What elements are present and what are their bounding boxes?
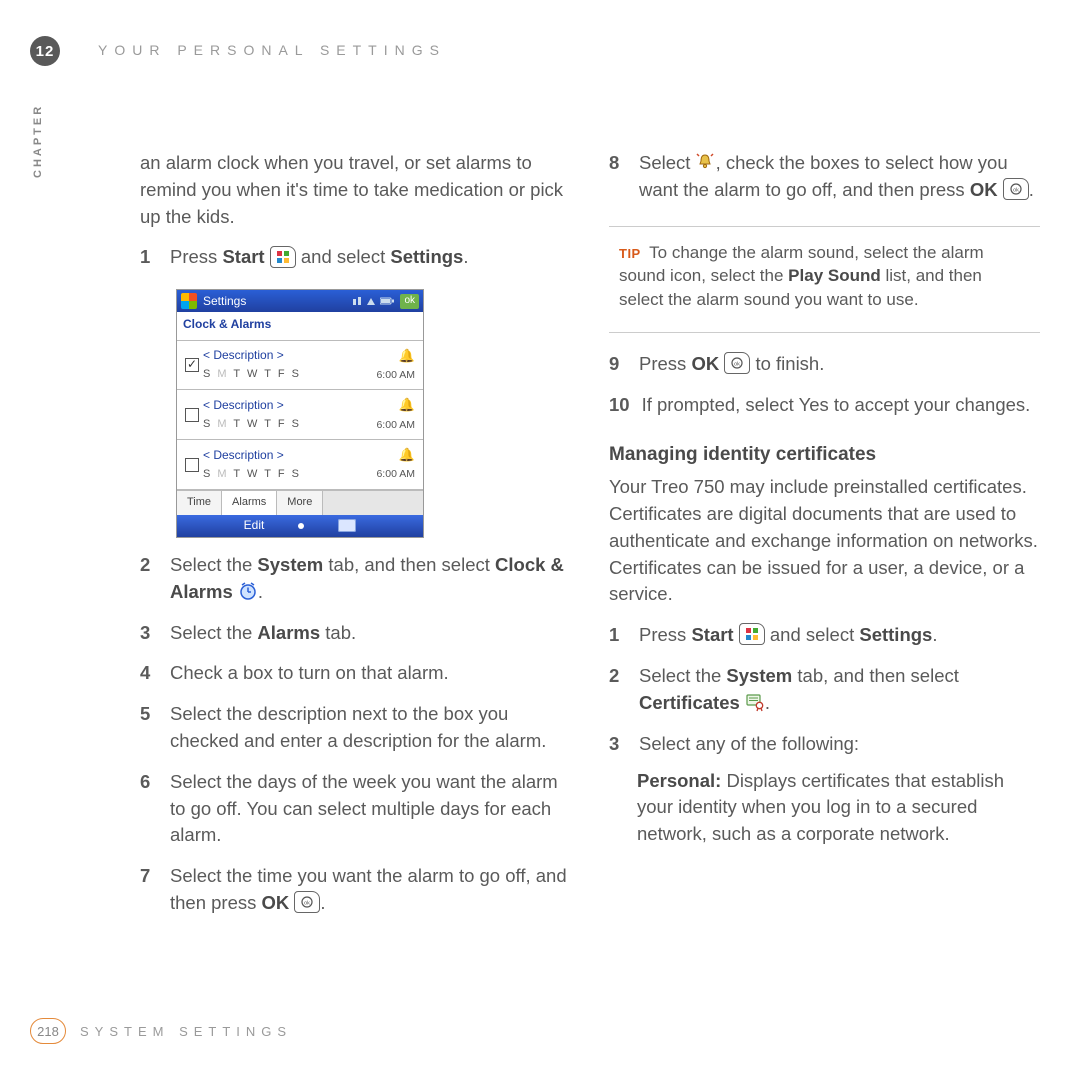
step-6: 6 Select the days of the week you want t… xyxy=(140,769,571,849)
step-5: 5 Select the description next to the box… xyxy=(140,701,571,755)
alarm-days: S M T W T F S xyxy=(203,367,365,383)
alarm-days: S M T W T F S xyxy=(203,467,365,483)
center-dot-icon xyxy=(298,523,304,529)
bell-icon: 🔔 xyxy=(365,347,415,366)
screenshot-subtitle: Clock & Alarms xyxy=(177,312,423,340)
intro-paragraph: an alarm clock when you travel, or set a… xyxy=(140,150,571,230)
left-column: an alarm clock when you travel, or set a… xyxy=(140,150,571,917)
step-number: 4 xyxy=(140,660,158,687)
alarm-description: < Description > xyxy=(203,397,365,414)
page-number: 218 xyxy=(30,1018,66,1044)
step-number: 6 xyxy=(140,769,158,849)
step-number: 9 xyxy=(609,351,627,378)
tab-time: Time xyxy=(177,491,222,515)
step-number: 2 xyxy=(609,663,627,717)
alarm-days: S M T W T F S xyxy=(203,417,365,433)
step-number: 3 xyxy=(140,620,158,647)
step-7: 7 Select the time you want the alarm to … xyxy=(140,863,571,917)
clock-alarms-screenshot: Settings ok Clock & Alarms ✓ < Descripti… xyxy=(176,289,424,538)
alarm-row: ✓ < Description > 🔔 S M T W T F S 6:00 A… xyxy=(177,341,423,391)
screenshot-ok-button: ok xyxy=(400,294,419,309)
alarm-row: < Description > 🔔 S M T W T F S 6:00 AM xyxy=(177,390,423,440)
svg-text:ok: ok xyxy=(734,362,740,368)
svg-text:ok: ok xyxy=(1013,187,1019,193)
page-footer: 218 SYSTEM SETTINGS xyxy=(30,1018,292,1044)
cert-step-2: 2 Select the System tab, and then select… xyxy=(609,663,1040,717)
footer-section: SYSTEM SETTINGS xyxy=(80,1024,292,1039)
step-number: 1 xyxy=(609,622,627,649)
ok-key-icon: ok xyxy=(294,891,320,913)
alarm-time: 6:00 AM xyxy=(365,368,415,383)
cert-step-3: 3 Select any of the following: xyxy=(609,731,1040,758)
tip-label: TIP xyxy=(619,246,641,261)
certificates-intro: Your Treo 750 may include preinstalled c… xyxy=(609,474,1040,608)
alarm-checkbox-icon xyxy=(185,458,199,472)
step-3: 3 Select the Alarms tab. xyxy=(140,620,571,647)
alarm-checkbox-icon xyxy=(185,408,199,422)
tab-more: More xyxy=(277,491,323,515)
step-9: 9 Press OK ok to finish. xyxy=(609,351,1040,378)
step-2: 2 Select the System tab, and then select… xyxy=(140,552,571,606)
screenshot-edit-label: Edit xyxy=(244,517,265,534)
alarm-time: 6:00 AM xyxy=(365,467,415,482)
windows-flag-icon xyxy=(181,293,197,309)
alarm-description: < Description > xyxy=(203,347,365,364)
ok-key-icon: ok xyxy=(724,352,750,374)
running-head: YOUR PERSONAL SETTINGS xyxy=(98,42,446,58)
step-10: 10 If prompted, select Yes to accept you… xyxy=(609,392,1040,419)
status-icons xyxy=(352,296,394,306)
bell-icon: 🔔 xyxy=(365,396,415,415)
step-number: 3 xyxy=(609,731,627,758)
alarm-bell-icon xyxy=(696,152,716,172)
step-number: 7 xyxy=(140,863,158,917)
start-key-icon xyxy=(739,623,765,645)
alarm-checkbox-icon: ✓ xyxy=(185,358,199,372)
screenshot-tabs: Time Alarms More xyxy=(177,490,423,515)
start-key-icon xyxy=(270,246,296,268)
cert-step-1: 1 Press Start and select Settings. xyxy=(609,622,1040,649)
chapter-label: CHAPTER xyxy=(32,0,44,98)
screenshot-title-bar: Settings ok xyxy=(177,290,423,312)
tip-box: TIP To change the alarm sound, select th… xyxy=(609,226,1040,333)
personal-certificates-desc: Personal: Displays certificates that est… xyxy=(637,768,1040,848)
step-8: 8 Select , check the boxes to select how… xyxy=(609,150,1040,204)
alarm-description: < Description > xyxy=(203,447,365,464)
screenshot-footer: Edit xyxy=(177,515,423,537)
subheading-certificates: Managing identity certificates xyxy=(609,441,1040,469)
right-column: 8 Select , check the boxes to select how… xyxy=(609,150,1040,917)
ok-key-icon: ok xyxy=(1003,178,1029,200)
step-1: 1 Press Start and select Settings. xyxy=(140,244,571,271)
step-number: 1 xyxy=(140,244,158,271)
bell-icon: 🔔 xyxy=(365,446,415,465)
alarm-row: < Description > 🔔 S M T W T F S 6:00 AM xyxy=(177,440,423,490)
step-number: 10 xyxy=(609,392,630,419)
step-number: 5 xyxy=(140,701,158,755)
alarm-time: 6:00 AM xyxy=(365,418,415,433)
svg-text:ok: ok xyxy=(305,901,311,907)
step-4: 4 Check a box to turn on that alarm. xyxy=(140,660,571,687)
step-number: 2 xyxy=(140,552,158,606)
certificates-icon xyxy=(745,692,765,712)
clock-alarms-icon xyxy=(238,581,258,601)
keyboard-icon xyxy=(338,519,356,532)
step-number: 8 xyxy=(609,150,627,204)
tab-alarms: Alarms xyxy=(222,491,277,515)
screenshot-title: Settings xyxy=(203,293,246,310)
